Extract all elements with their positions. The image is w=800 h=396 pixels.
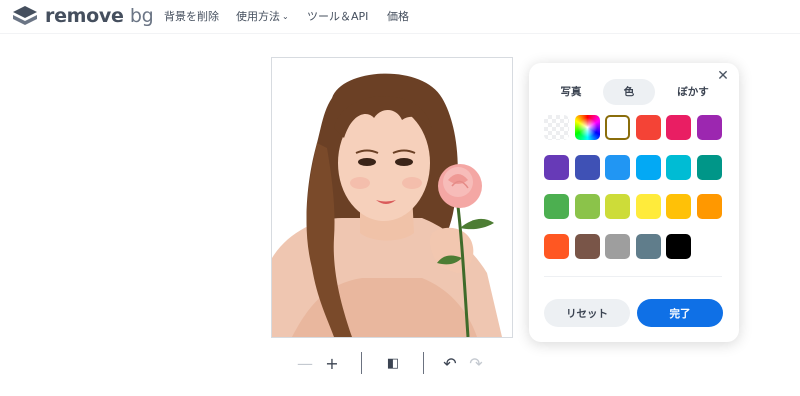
nav-tools-api[interactable]: ツール＆API xyxy=(307,8,368,24)
nav-remove-background[interactable]: 背景を削除 xyxy=(164,8,219,24)
chevron-down-icon: ⌄ xyxy=(282,12,289,21)
tab-photo[interactable]: 写真 xyxy=(543,79,599,105)
zoom-out-icon[interactable]: — xyxy=(295,353,315,373)
background-panel: ✕ 写真 色 ぼかす リセット 完了 xyxy=(529,63,739,342)
subject-photo xyxy=(272,73,502,337)
background-tabs: 写真 色 ぼかす xyxy=(543,79,725,105)
removebg-logo[interactable]: remove bg xyxy=(12,4,154,28)
swatch-purple[interactable] xyxy=(697,115,722,140)
swatch-yellow[interactable] xyxy=(635,194,661,219)
swatch-deep-orange[interactable] xyxy=(544,233,569,259)
divider xyxy=(544,276,722,277)
toolbar-divider xyxy=(423,352,424,374)
canvas-toolbar: — + ◧ ↶ ↷ xyxy=(290,349,500,377)
logo-text: remove bg xyxy=(45,5,154,27)
swatch-orange[interactable] xyxy=(697,194,722,219)
swatch-green[interactable] xyxy=(544,194,569,219)
nav-how-to-use[interactable]: 使用方法 ⌄ xyxy=(236,8,289,24)
redo-icon[interactable]: ↷ xyxy=(466,353,486,373)
top-nav: remove bg 背景を削除 使用方法 ⌄ ツール＆API 価格 xyxy=(0,0,800,34)
swatch-red[interactable] xyxy=(635,115,661,140)
tab-blur[interactable]: ぼかす xyxy=(661,79,725,105)
done-button[interactable]: 完了 xyxy=(637,299,723,327)
swatch-light-blue[interactable] xyxy=(635,154,661,180)
swatch-cyan[interactable] xyxy=(666,154,692,180)
swatch-grey[interactable] xyxy=(605,233,631,259)
toolbar-divider xyxy=(361,352,362,374)
swatch-brown[interactable] xyxy=(574,233,600,259)
swatch-amber[interactable] xyxy=(666,194,692,219)
image-canvas xyxy=(271,57,513,338)
swatch-lime[interactable] xyxy=(605,194,631,219)
swatch-rainbow[interactable] xyxy=(574,115,600,140)
swatch-pink[interactable] xyxy=(666,115,692,140)
reset-button[interactable]: リセット xyxy=(544,299,630,327)
swatch-light-green[interactable] xyxy=(574,194,600,219)
zoom-in-icon[interactable]: + xyxy=(322,353,342,373)
nav-pricing[interactable]: 価格 xyxy=(387,8,409,24)
tab-color[interactable]: 色 xyxy=(603,79,655,105)
logo-icon xyxy=(13,6,37,25)
undo-icon[interactable]: ↶ xyxy=(440,353,460,373)
swatch-blue-grey[interactable] xyxy=(635,233,661,259)
compare-icon[interactable]: ◧ xyxy=(383,353,403,373)
swatch-blue[interactable] xyxy=(605,154,631,180)
swatch-transparent[interactable] xyxy=(544,115,569,140)
swatch-indigo[interactable] xyxy=(574,154,600,180)
swatch-deep-purple[interactable] xyxy=(544,154,569,180)
swatch-teal[interactable] xyxy=(697,154,722,180)
swatch-white[interactable] xyxy=(605,115,631,140)
swatch-black[interactable] xyxy=(666,233,692,259)
